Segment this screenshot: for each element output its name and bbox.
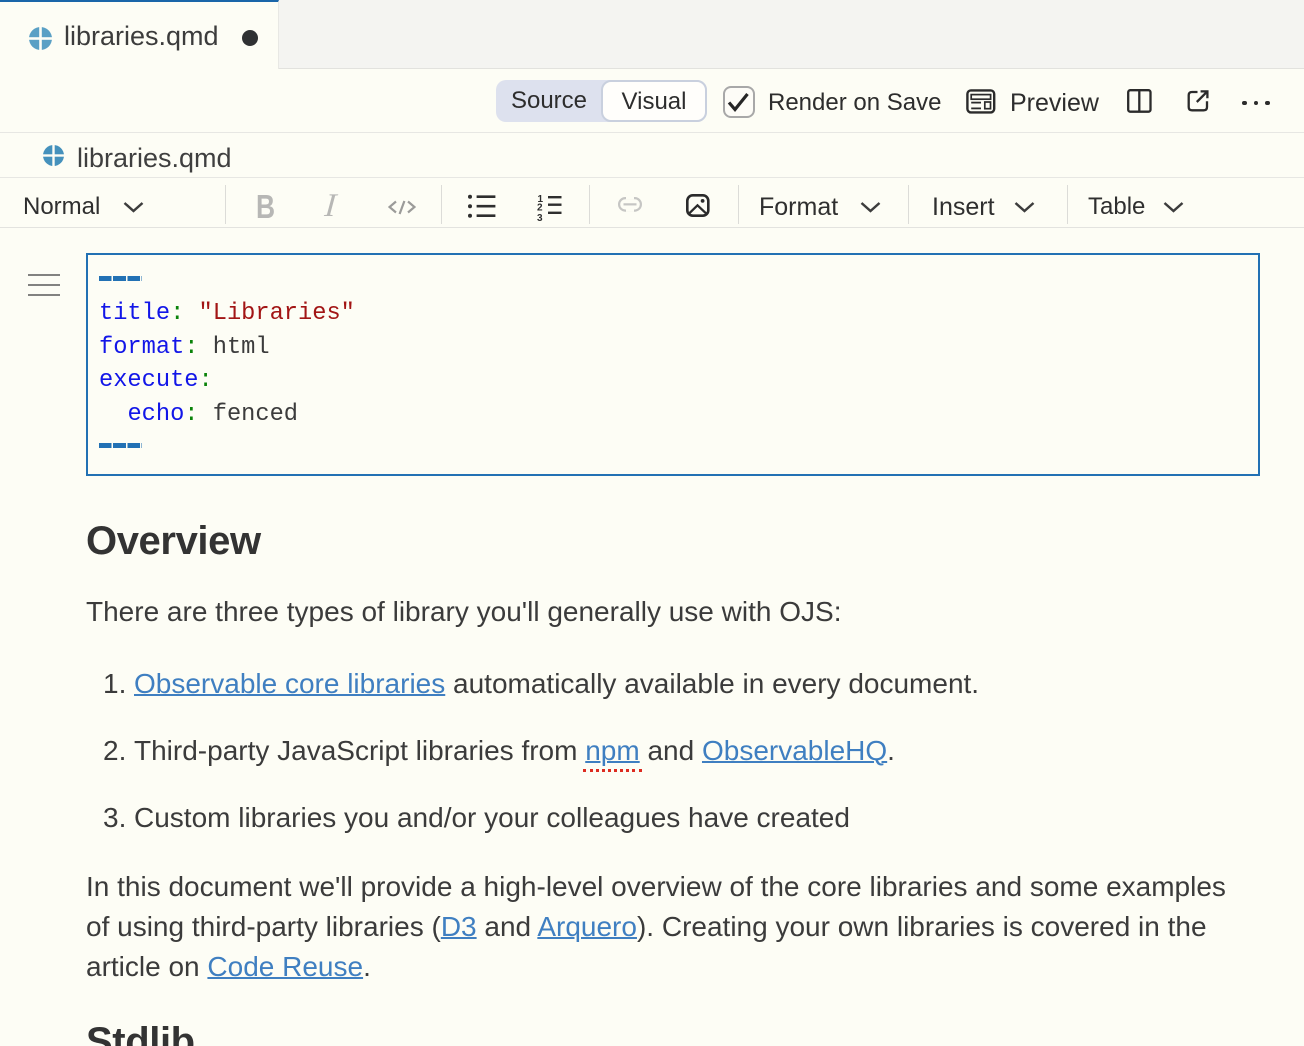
svg-text:3: 3: [537, 213, 543, 223]
svg-text:2: 2: [537, 203, 543, 214]
